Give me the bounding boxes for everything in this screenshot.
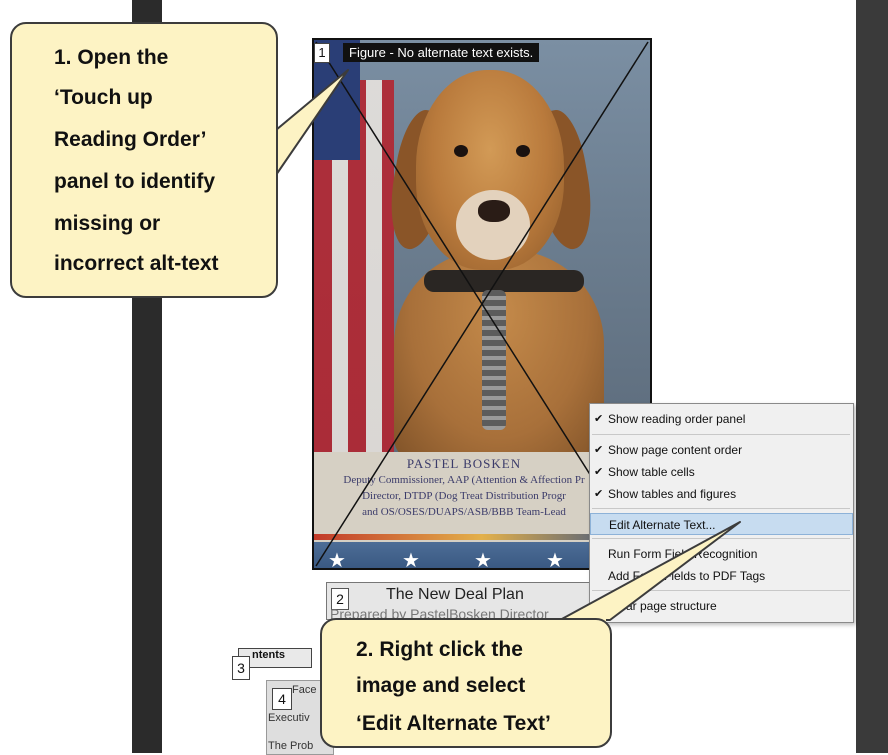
callout-text: ‘Edit Alternate Text’ [356, 712, 551, 735]
callout-text: panel to identify [54, 170, 216, 193]
callout-text: 1. Open the [54, 46, 169, 69]
callout-text: image and select [356, 674, 526, 697]
instruction-callout-step-2: 2. Right click the image and select ‘Edi… [320, 618, 612, 748]
callout-text: missing or [54, 212, 161, 235]
callout-text: Reading Order’ [54, 128, 207, 151]
callout-text: 2. Right click the [356, 638, 523, 661]
callout-text: ‘Touch up [54, 86, 153, 109]
callout-text: incorrect alt-text [54, 252, 219, 275]
instruction-callout-step-1: 1. Open the ‘Touch up Reading Order’ pan… [10, 22, 278, 298]
